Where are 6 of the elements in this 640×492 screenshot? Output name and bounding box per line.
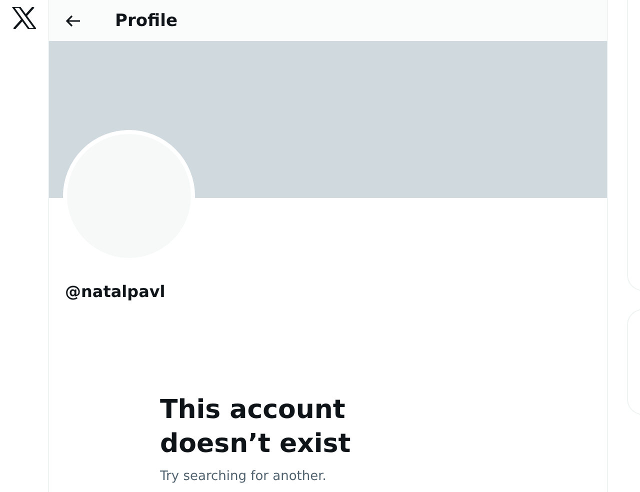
back-arrow-icon[interactable] — [65, 14, 81, 26]
empty-state-subtitle: Try searching for another. — [160, 469, 328, 484]
username: @natalpavl — [65, 282, 166, 301]
logo-icon[interactable] — [12, 7, 36, 29]
empty-state-title: This account doesn’t exist — [160, 394, 352, 461]
page-title: Profile — [115, 10, 178, 30]
